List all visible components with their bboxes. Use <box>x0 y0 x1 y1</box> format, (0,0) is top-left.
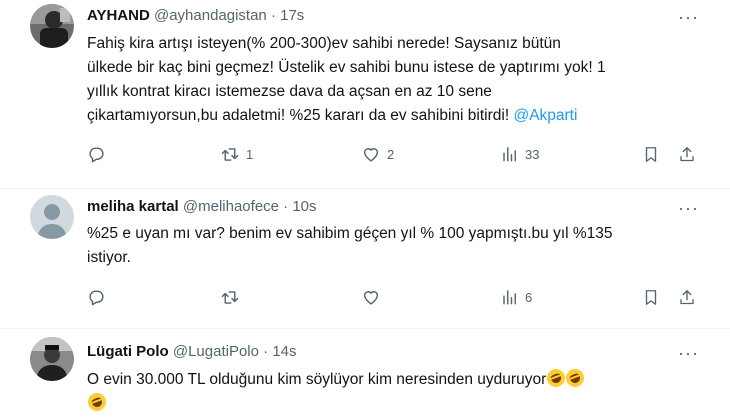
more-icon[interactable]: ··· <box>678 344 699 362</box>
views-icon <box>503 147 516 162</box>
tweet-text-line: çikartamıyorsun,bu adaletmi! %25 kararı … <box>87 107 578 124</box>
retweet-button[interactable] <box>220 288 246 307</box>
tweet-text: O evin 30.000 TL olduğunu kim söylüyor k… <box>85 366 707 416</box>
display-name[interactable]: meliha kartal <box>87 198 179 215</box>
tweet-text-line <box>85 390 707 416</box>
tweet-1[interactable]: AYHAND @ayhandagistan · 17s ··· Fahiş ki… <box>0 0 730 188</box>
rolling-laughing-emoji-icon <box>544 366 568 390</box>
bookmark-button[interactable] <box>642 145 660 164</box>
tweet-text-line: yıllık kontrat kiracı istemezse dava da … <box>87 83 492 100</box>
tweet-header: AYHAND @ayhandagistan · 17s <box>87 6 304 26</box>
retweet-icon <box>221 148 239 161</box>
display-name[interactable]: AYHAND <box>87 7 150 24</box>
avatar-meliha[interactable] <box>30 195 74 239</box>
views-icon <box>503 290 516 305</box>
more-icon[interactable]: ··· <box>678 199 699 217</box>
tweet-text-line: ülkede bir kaç bini geçmez! Üstelik ev s… <box>87 59 606 76</box>
reply-icon <box>89 147 104 163</box>
like-icon <box>363 291 379 305</box>
avatar-lugati[interactable] <box>30 337 74 381</box>
display-name[interactable]: Lügati Polo <box>87 343 169 360</box>
timestamp[interactable]: 17s <box>280 7 304 24</box>
tweet-text: Fahiş kira artışı isteyen(% 200-300)ev s… <box>87 32 707 128</box>
bookmark-icon <box>645 147 657 162</box>
retweet-icon <box>221 291 239 304</box>
like-button[interactable]: 2 <box>361 145 394 164</box>
like-count: 2 <box>387 147 395 162</box>
reply-button[interactable] <box>87 288 112 307</box>
separator-dot: · <box>270 7 276 24</box>
retweet-count: 1 <box>246 147 254 162</box>
timestamp[interactable]: 14s <box>272 343 296 360</box>
rolling-laughing-emoji-icon <box>85 390 109 414</box>
mention-link[interactable]: @Akparti <box>513 107 577 124</box>
tweet-2[interactable]: meliha kartal @melihaofece · 10s ··· %25… <box>0 189 730 327</box>
tweet-text-line: istiyor. <box>87 249 131 266</box>
share-icon <box>680 147 694 162</box>
timestamp[interactable]: 10s <box>292 198 316 215</box>
separator-dot: · <box>283 198 289 215</box>
share-button[interactable] <box>678 145 696 164</box>
view-count: 33 <box>525 146 540 162</box>
action-bar: 1 2 33 <box>87 145 707 165</box>
tweet-text-line: Fahiş kira artışı isteyen(% 200-300)ev s… <box>87 35 561 52</box>
action-bar: 6 <box>87 288 707 308</box>
bookmark-button[interactable] <box>642 288 660 307</box>
tweet-3[interactable]: Lügati Polo @LugatiPolo · 14s ··· O evin… <box>0 329 730 420</box>
retweet-button[interactable]: 1 <box>220 145 253 164</box>
share-button[interactable] <box>678 288 696 307</box>
tweet-header: meliha kartal @melihaofece · 10s <box>87 197 317 217</box>
share-icon <box>680 290 694 305</box>
tweet-text-line: O evin 30.000 TL olduğunu kim söylüyor k… <box>87 366 707 392</box>
reply-icon <box>89 290 104 306</box>
like-button[interactable] <box>361 288 387 307</box>
user-handle[interactable]: @ayhandagistan <box>154 7 267 24</box>
views-button[interactable]: 6 <box>501 288 532 306</box>
more-icon[interactable]: ··· <box>678 8 699 26</box>
user-handle[interactable]: @melihaofece <box>183 198 279 215</box>
bookmark-icon <box>645 290 657 305</box>
user-handle[interactable]: @LugatiPolo <box>173 343 259 360</box>
tweet-text: %25 e uyan mı var? benim ev sahibim géçe… <box>87 222 707 270</box>
like-icon <box>363 148 379 162</box>
reply-button[interactable] <box>87 145 112 164</box>
views-button[interactable]: 33 <box>501 145 539 163</box>
tweet-header: Lügati Polo @LugatiPolo · 14s <box>87 342 297 362</box>
separator-dot: · <box>263 343 269 360</box>
tweet-text-line: %25 e uyan mı var? benim ev sahibim géçe… <box>87 225 613 242</box>
avatar-ayhand[interactable] <box>30 4 74 48</box>
view-count: 6 <box>525 289 533 305</box>
rolling-laughing-emoji-icon <box>563 366 587 390</box>
